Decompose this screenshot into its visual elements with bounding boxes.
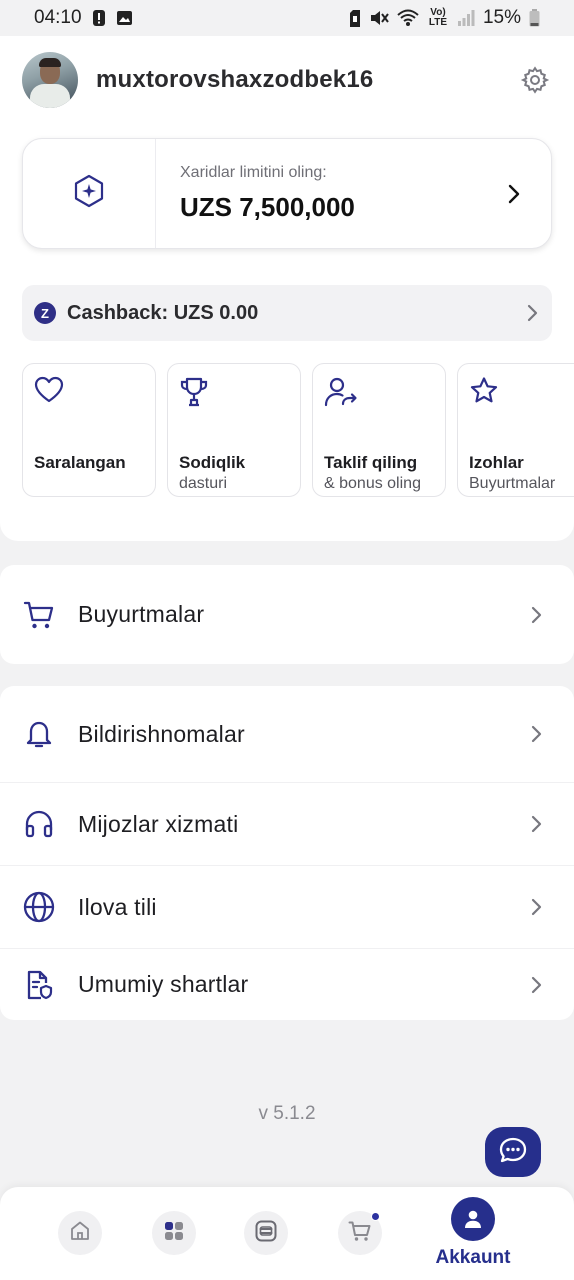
bell-icon [22, 719, 56, 749]
star-icon [469, 376, 574, 414]
wifi-icon [397, 9, 419, 27]
tile-title: Izohlar [469, 453, 524, 472]
menu-label: Umumiy shartlar [78, 971, 249, 997]
sparkle-hexagon-icon [73, 174, 105, 213]
chevron-right-icon [531, 898, 542, 916]
chevron-right-icon [477, 139, 551, 248]
chevron-right-icon [531, 606, 542, 624]
tile-invite[interactable]: Taklif qiling & bonus oling [312, 363, 446, 497]
avatar[interactable] [22, 52, 78, 108]
menu-label: Buyurtmalar [78, 601, 205, 627]
menu-label: Ilova tili [78, 893, 157, 920]
battery-percent: 15% [482, 7, 521, 28]
gear-icon[interactable] [518, 63, 552, 97]
nav-payments[interactable] [244, 1211, 288, 1255]
menu-item-terms[interactable]: Umumiy shartlar [0, 948, 574, 1020]
tile-subtitle: Buyurtmalar [469, 475, 556, 492]
tile-title: Sodiqlik [179, 453, 246, 472]
tile-title: Taklif qiling [324, 453, 418, 472]
nav-account-label: Akkaunt [435, 1247, 511, 1268]
orders-section: Buyurtmalar [0, 565, 574, 664]
network-label: Vo) LTE [428, 7, 448, 28]
tile-reviews[interactable]: Izohlar Buyurtmalar [457, 363, 574, 497]
battery-icon [529, 9, 540, 27]
menu-item-language[interactable]: Ilova tili [0, 865, 574, 948]
nav-home[interactable] [58, 1211, 102, 1255]
image-icon [116, 10, 133, 26]
nav-catalog[interactable] [152, 1211, 196, 1255]
status-bar: 04:10 Vo) LTE 15% [0, 0, 574, 36]
cart-badge-dot [371, 1212, 380, 1221]
limit-label: Xaridlar limitini oling: [180, 164, 327, 181]
cart-icon [348, 1220, 372, 1247]
menu-item-support[interactable]: Mijozlar xizmati [0, 782, 574, 865]
signal-icon [457, 10, 475, 26]
menu-label: Mijozlar xizmati [78, 810, 239, 837]
tile-favorites[interactable]: Saralangan [22, 363, 156, 497]
tile-loyalty[interactable]: Sodiqlik dasturi [167, 363, 301, 497]
bottom-navigation: Akkaunt [0, 1187, 574, 1280]
headphones-icon [22, 810, 56, 838]
globe-icon [22, 891, 56, 923]
settings-section: Bildirishnomalar Mijozlar xizmati Ilova … [0, 686, 574, 1020]
cashback-badge-icon: Z [34, 302, 56, 324]
nav-cart[interactable] [338, 1211, 382, 1255]
tile-title: Saralangan [34, 453, 126, 472]
user-share-icon [324, 376, 434, 414]
profile-header: muxtorovshaxzodbek16 [0, 50, 574, 110]
document-shield-icon [22, 969, 56, 1001]
nav-account[interactable]: Akkaunt [430, 1197, 516, 1269]
user-icon [451, 1197, 495, 1241]
chevron-right-icon [531, 725, 542, 743]
quick-actions: Saralangan Sodiqlik dasturi Taklif qilin… [22, 363, 574, 497]
heart-icon [34, 376, 144, 414]
menu-label: Bildirishnomalar [78, 720, 245, 747]
card-icon [254, 1219, 278, 1248]
tile-subtitle: dasturi [179, 475, 228, 492]
status-time: 04:10 [34, 7, 82, 28]
chevron-right-icon [531, 976, 542, 994]
username: muxtorovshaxzodbek16 [96, 66, 374, 93]
tile-subtitle: & bonus oling [324, 475, 421, 492]
purchase-limit-card[interactable]: Xaridlar limitini oling: UZS 7,500,000 [22, 138, 552, 249]
cashback-row[interactable]: Z Cashback: UZS 0.00 [22, 285, 552, 341]
cart-icon [22, 600, 56, 630]
mute-icon [369, 9, 389, 27]
home-icon [69, 1220, 91, 1247]
limit-amount: UZS 7,500,000 [180, 192, 355, 222]
alert-icon [92, 9, 106, 27]
menu-item-notifications[interactable]: Bildirishnomalar [0, 686, 574, 782]
chevron-right-icon [531, 815, 542, 833]
grid-icon [163, 1220, 185, 1247]
cashback-label: Cashback: UZS 0.00 [67, 301, 259, 324]
app-version: v 5.1.2 [258, 1103, 316, 1124]
sim-icon [349, 9, 361, 27]
chat-button[interactable] [485, 1127, 541, 1177]
limit-icon-box [23, 139, 156, 248]
chevron-right-icon [527, 304, 538, 322]
trophy-icon [179, 376, 289, 414]
chat-bubble-icon [498, 1136, 528, 1169]
menu-item-orders[interactable]: Buyurtmalar [0, 565, 574, 664]
